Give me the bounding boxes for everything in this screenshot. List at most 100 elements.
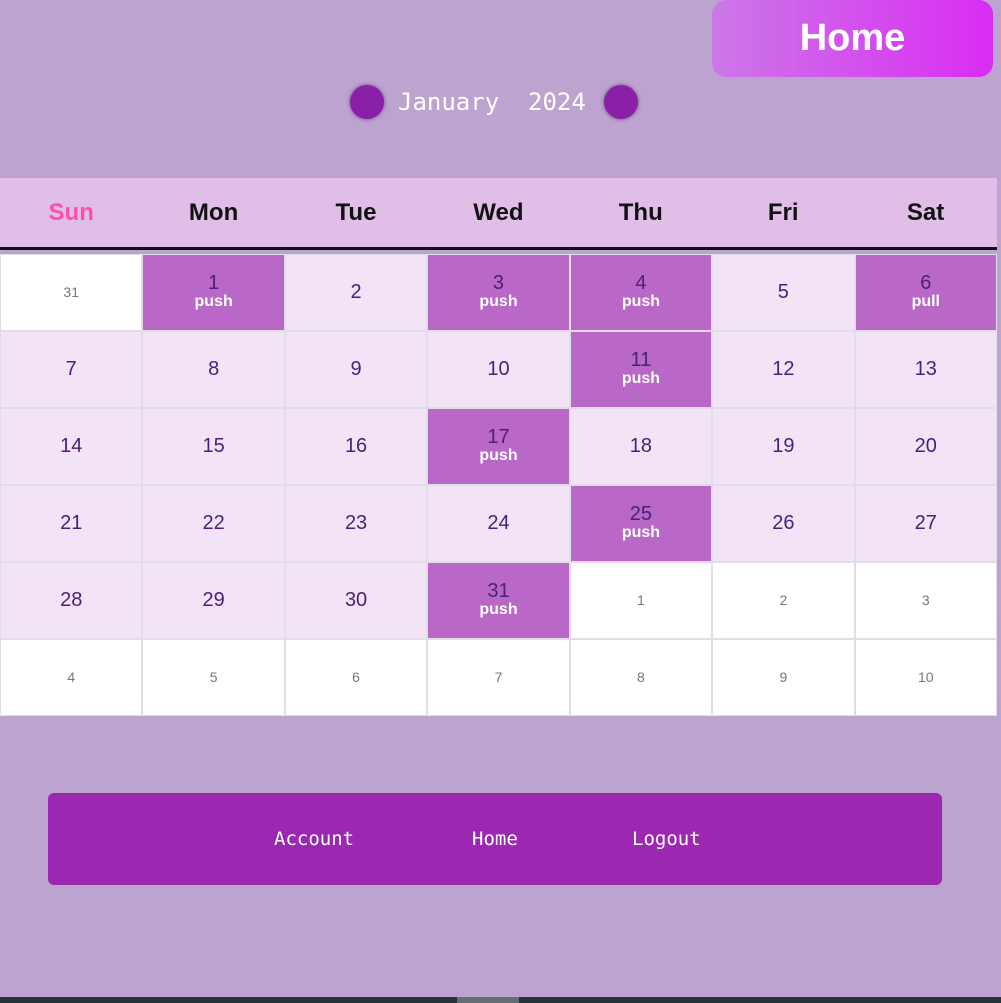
calendar-day[interactable]: 30 xyxy=(284,562,428,639)
calendar-day[interactable]: 10 xyxy=(427,331,570,408)
home-button[interactable]: Home xyxy=(712,0,993,77)
calendar-day[interactable]: 22 xyxy=(142,485,285,562)
calendar-day[interactable]: 29 xyxy=(142,562,285,639)
event-tag: push xyxy=(621,524,661,541)
calendar-day[interactable]: 8 xyxy=(142,331,285,408)
calendar-day[interactable]: 1 push xyxy=(142,254,285,331)
weekday-sat: Sat xyxy=(906,198,945,226)
calendar-day[interactable]: 13 xyxy=(854,331,997,408)
day-number: 7 xyxy=(494,669,503,685)
calendar-day-other-month[interactable]: 1 xyxy=(569,562,713,639)
calendar-day-other-month[interactable]: 5 xyxy=(142,639,285,716)
calendar-day[interactable]: 18 xyxy=(569,408,713,485)
calendar-day[interactable]: 11 push xyxy=(569,331,713,408)
calendar-day-other-month[interactable]: 8 xyxy=(569,639,713,716)
day-number: 4 xyxy=(67,669,76,685)
day-number: 26 xyxy=(772,512,795,534)
event-tag: push xyxy=(479,447,518,464)
day-number: 11 xyxy=(630,349,652,371)
event-tag: push xyxy=(621,293,661,310)
calendar-day[interactable]: 9 xyxy=(284,331,428,408)
horizontal-scrollbar[interactable] xyxy=(0,997,1001,1003)
calendar-day[interactable]: 21 xyxy=(0,485,143,562)
weekday-wed: Wed xyxy=(473,198,524,226)
event-tag: push xyxy=(621,370,661,387)
day-number: 16 xyxy=(344,435,368,457)
event-tag: push xyxy=(194,293,233,310)
day-number: 28 xyxy=(60,589,83,611)
month-label: January xyxy=(398,88,500,116)
footer-nav: Account Home Logout xyxy=(48,793,942,885)
day-number: 25 xyxy=(629,503,653,525)
calendar-day-other-month[interactable]: 10 xyxy=(854,639,997,716)
weekday-fri: Fri xyxy=(767,198,799,226)
calendar-day[interactable]: 5 xyxy=(712,254,855,331)
calendar-day[interactable]: 17 push xyxy=(427,408,570,485)
calendar-day[interactable]: 3 push xyxy=(427,254,570,331)
calendar-day[interactable]: 19 xyxy=(712,408,855,485)
day-number: 3 xyxy=(492,272,505,294)
calendar-day[interactable]: 31 push xyxy=(427,562,570,639)
calendar-day[interactable]: 2 xyxy=(284,254,428,331)
calendar-day[interactable]: 14 xyxy=(0,408,143,485)
calendar-day[interactable]: 6 pull xyxy=(854,254,997,331)
day-number: 8 xyxy=(637,669,645,685)
calendar-day[interactable]: 12 xyxy=(712,331,855,408)
weekday-sun: Sun xyxy=(48,198,94,226)
calendar-day[interactable]: 25 push xyxy=(569,485,713,562)
day-number: 9 xyxy=(779,669,788,685)
day-number: 22 xyxy=(202,512,225,534)
weekday-thu: Thu xyxy=(618,198,663,226)
scrollbar-thumb[interactable] xyxy=(457,997,519,1003)
day-number: 10 xyxy=(917,669,934,685)
event-tag: push xyxy=(479,293,518,310)
weekday-tue: Tue xyxy=(335,198,377,226)
calendar-day[interactable]: 28 xyxy=(0,562,143,639)
calendar-day-other-month[interactable]: 9 xyxy=(712,639,855,716)
day-number: 4 xyxy=(635,272,647,294)
footer-link-account[interactable]: Account xyxy=(274,828,354,850)
calendar-day-other-month[interactable]: 31 xyxy=(0,254,143,331)
day-number: 29 xyxy=(202,589,225,611)
calendar-day[interactable]: 27 xyxy=(854,485,997,562)
next-month-button[interactable] xyxy=(604,85,638,119)
day-number: 5 xyxy=(777,281,789,303)
calendar-day[interactable]: 16 xyxy=(284,408,428,485)
day-number: 9 xyxy=(350,358,362,380)
month-navigation: January 2024 xyxy=(350,85,640,121)
calendar-day[interactable]: 7 xyxy=(0,331,143,408)
day-number: 17 xyxy=(487,426,510,448)
calendar-day-other-month[interactable]: 2 xyxy=(712,562,855,639)
footer-link-home[interactable]: Home xyxy=(472,828,518,850)
calendar-day[interactable]: 4 push xyxy=(569,254,713,331)
day-number: 7 xyxy=(65,358,77,380)
previous-month-button[interactable] xyxy=(350,85,384,119)
day-number: 13 xyxy=(914,358,937,380)
day-number: 23 xyxy=(344,512,368,534)
calendar-day-other-month[interactable]: 7 xyxy=(427,639,570,716)
day-number: 31 xyxy=(487,580,510,602)
day-number: 30 xyxy=(344,589,368,611)
footer-link-logout[interactable]: Logout xyxy=(632,828,701,850)
day-number: 10 xyxy=(487,358,510,380)
day-number: 6 xyxy=(352,669,360,685)
calendar-day[interactable]: 23 xyxy=(284,485,428,562)
calendar-day[interactable]: 20 xyxy=(854,408,997,485)
calendar-day[interactable]: 26 xyxy=(712,485,855,562)
day-number: 12 xyxy=(772,358,795,380)
day-number: 5 xyxy=(209,669,218,685)
calendar-day-other-month[interactable]: 3 xyxy=(854,562,997,639)
day-number: 24 xyxy=(487,512,510,534)
day-number: 8 xyxy=(208,358,220,380)
weekday-header: Sun Mon Tue Wed Thu Fri Sat xyxy=(0,178,997,250)
calendar-day-other-month[interactable]: 6 xyxy=(284,639,428,716)
day-number: 31 xyxy=(63,284,79,300)
day-number: 27 xyxy=(914,512,937,534)
calendar-day[interactable]: 15 xyxy=(142,408,285,485)
calendar-day-other-month[interactable]: 4 xyxy=(0,639,143,716)
event-tag: pull xyxy=(911,293,940,310)
calendar-grid: 31 1 push 2 3 push 4 push 5 6 pull 7 8 9 10 11 push 12 13 1… xyxy=(0,254,997,716)
day-number: 21 xyxy=(60,512,83,534)
calendar-day[interactable]: 24 xyxy=(427,485,570,562)
day-number: 18 xyxy=(629,435,653,457)
